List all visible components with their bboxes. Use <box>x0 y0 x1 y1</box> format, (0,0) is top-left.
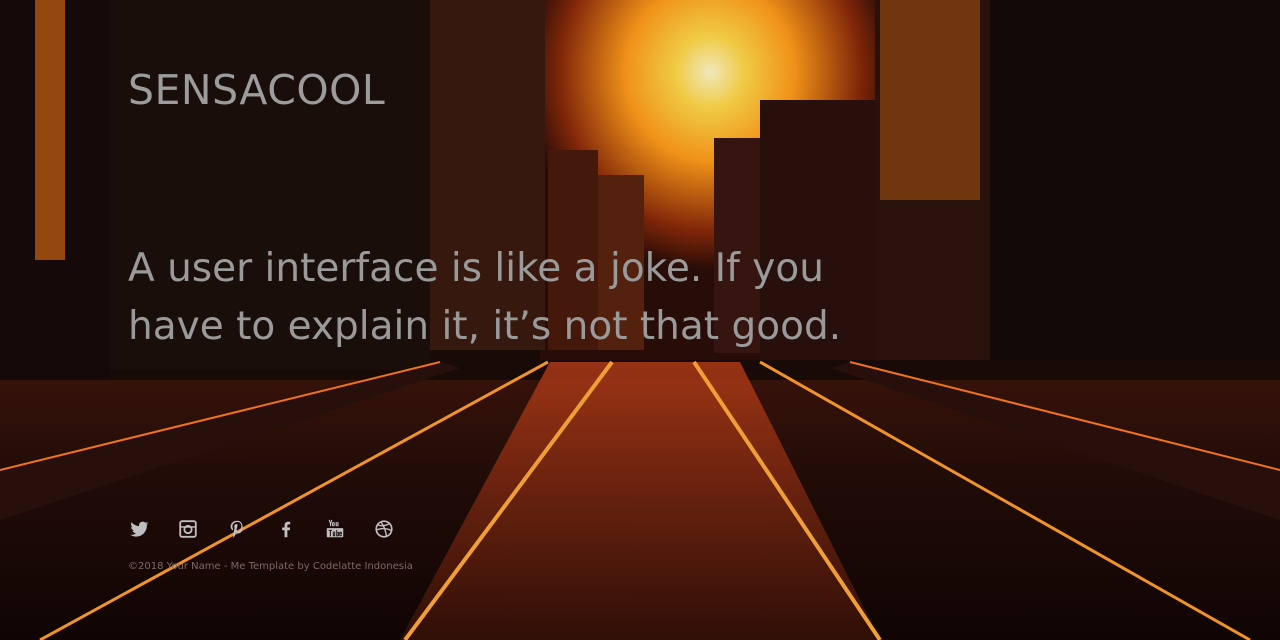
facebook-icon <box>282 521 291 538</box>
site-brand-logo[interactable]: SENSACOOL <box>128 70 385 111</box>
youtube-icon <box>326 519 344 538</box>
dribbble-icon <box>375 520 393 538</box>
facebook-link[interactable] <box>275 518 324 542</box>
instagram-icon <box>179 520 197 538</box>
hero-quote: A user interface is like a joke. If you … <box>128 246 842 349</box>
youtube-link[interactable] <box>324 518 373 542</box>
pinterest-icon <box>230 520 243 538</box>
twitter-icon <box>130 521 149 537</box>
footer-copyright: ©2018 Your Name - Me Template by Codelat… <box>128 561 413 572</box>
instagram-link[interactable] <box>177 518 226 542</box>
pinterest-link[interactable] <box>226 518 275 542</box>
social-links <box>128 518 422 542</box>
dribbble-link[interactable] <box>373 518 422 542</box>
twitter-link[interactable] <box>128 518 177 542</box>
